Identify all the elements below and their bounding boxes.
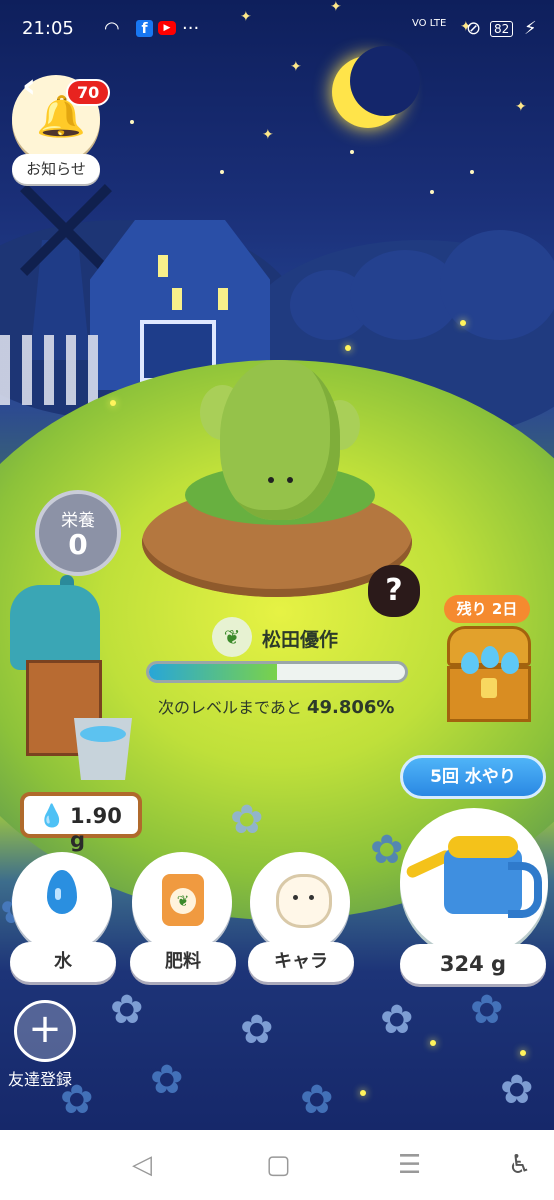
flower-decoration: ✿ [300, 1077, 334, 1123]
fence [0, 335, 110, 405]
back-chevron-icon[interactable]: ‹ [22, 66, 36, 106]
nutrition-value: 0 [68, 528, 88, 561]
chest-remaining-tag: 残り 2日 [444, 595, 530, 623]
flower-decoration: ✿ [380, 997, 414, 1043]
character-button[interactable] [250, 852, 350, 952]
water-stock-display: 💧 1.90 g [20, 792, 142, 852]
flower-decoration: ✿ [230, 797, 264, 843]
more-icon: ··· [182, 18, 200, 39]
treasure-chest[interactable] [447, 626, 531, 722]
level-progress-bar [146, 661, 408, 683]
system-nav-bar: ◁ ▢ ☰ ♿ [0, 1130, 554, 1200]
charging-icon: ⚡ [524, 18, 537, 39]
nutrition-counter: 栄養 0 [35, 490, 121, 576]
star-dot [220, 170, 224, 174]
water-stock-value: 1.90 g [70, 804, 122, 852]
mystery-character[interactable]: ? [368, 565, 420, 617]
nav-recents-icon[interactable]: ☰ [398, 1152, 421, 1178]
level-progress-fill [149, 664, 277, 680]
flower-decoration: ✿ [110, 987, 144, 1033]
level-progress-text: 次のレベルまであと 49.806% [158, 694, 394, 718]
hamster-icon [276, 874, 332, 928]
fertilizer-button[interactable]: ❦ [132, 852, 232, 952]
flower-decoration: ✿ [240, 1007, 274, 1053]
accessibility-icon[interactable]: ♿ [508, 1152, 531, 1178]
notification-count-badge: 70 [66, 79, 111, 106]
sprout-icon: ❦ [212, 617, 252, 657]
add-friend-label[interactable]: 友達登録 [8, 1066, 72, 1090]
level-percent: 49.806% [306, 697, 395, 718]
star-dot [470, 170, 474, 174]
fertilizer-button-label[interactable]: 肥料 [130, 942, 236, 982]
level-text-prefix: 次のレベルまであと [158, 698, 302, 717]
flower-decoration: ✿ [370, 827, 404, 873]
star-icon: ✦ [515, 99, 527, 115]
volte-icon: VO LTE [412, 18, 447, 29]
water-drop-icon [47, 870, 77, 914]
water-drop-icon: 💧 [38, 804, 66, 829]
water-now-button[interactable]: 5回 水やり [400, 755, 546, 799]
watering-amount-label[interactable]: 324 g [400, 944, 546, 984]
tree [440, 230, 554, 340]
flower-decoration: ✿ [150, 1057, 184, 1103]
player-name: 松田優作 [262, 629, 339, 651]
status-bar: 21:05 ◠ f ▶ ··· VO LTE ⊘ 82 ⚡ [0, 0, 554, 56]
battery-icon: 82 [490, 21, 514, 37]
fertilizer-bag-icon: ❦ [162, 874, 204, 926]
status-time: 21:05 [22, 18, 74, 39]
lock-icon [481, 678, 497, 698]
water-button-label[interactable]: 水 [10, 942, 116, 982]
plant-character[interactable] [185, 355, 375, 545]
water-button[interactable] [12, 852, 112, 952]
flower-decoration: ✿ [500, 1067, 534, 1113]
character-button-label[interactable]: キャラ [248, 942, 354, 982]
star-dot [430, 190, 434, 194]
wifi-icon: ◠ [104, 18, 120, 39]
mute-icon: ⊘ [466, 18, 482, 39]
star-dot [350, 150, 354, 154]
star-icon: ✦ [290, 59, 302, 75]
flower-decoration: ✿ [470, 987, 504, 1033]
nav-home-icon[interactable]: ▢ [266, 1152, 291, 1178]
add-friend-button[interactable]: + [14, 1000, 76, 1062]
nav-back-icon[interactable]: ◁ [132, 1152, 152, 1178]
star-icon: ✦ [262, 127, 274, 143]
facebook-icon: f [136, 20, 153, 37]
notifications-label[interactable]: お知らせ [12, 154, 100, 184]
youtube-icon: ▶ [158, 21, 176, 35]
star-dot [130, 120, 134, 124]
